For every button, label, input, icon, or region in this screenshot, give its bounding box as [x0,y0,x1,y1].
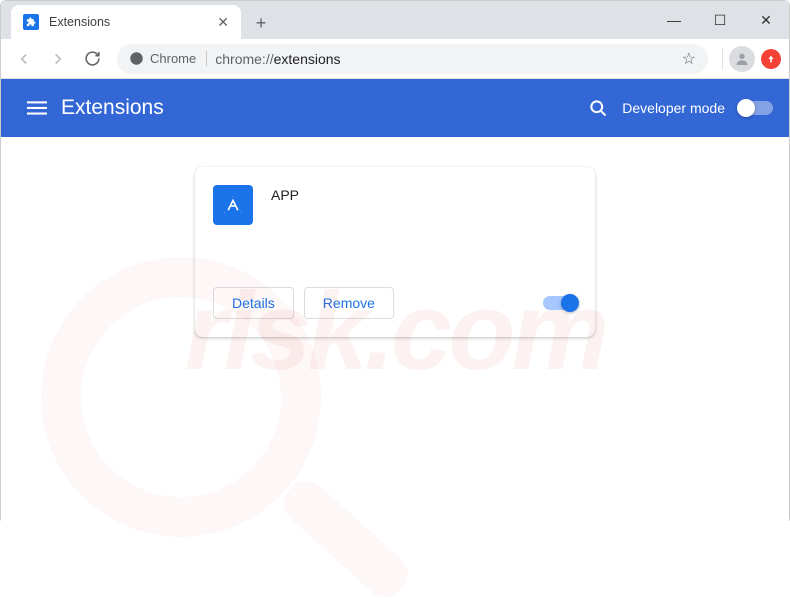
page-title: Extensions [61,96,164,120]
new-tab-button[interactable]: + [247,9,275,37]
remove-button[interactable]: Remove [304,287,394,319]
profile-avatar-button[interactable] [729,46,755,72]
address-bar[interactable]: Chrome chrome://extensions ☆ [117,44,708,74]
watermark-graphic [276,472,417,605]
extension-card: APP Details Remove [195,167,595,337]
toggle-knob [561,294,579,312]
toggle-knob [737,99,755,117]
extensions-content: risk.com APP Details Remove [1,137,789,525]
search-icon [588,98,608,118]
tab-close-icon[interactable]: ✕ [217,14,229,31]
tab-title: Extensions [49,15,207,29]
extension-app-icon [213,185,253,225]
extension-update-badge[interactable] [761,49,781,69]
bookmark-star-icon[interactable]: ☆ [682,49,696,69]
browser-toolbar: Chrome chrome://extensions ☆ [1,39,789,79]
minimize-button[interactable]: — [651,1,697,39]
forward-button[interactable] [43,44,73,74]
site-info-chip[interactable]: Chrome [129,51,207,66]
maximize-button[interactable]: ☐ [697,1,743,39]
browser-tab[interactable]: Extensions ✕ [11,5,241,39]
extension-enable-toggle[interactable] [543,296,577,310]
toolbar-divider [722,48,723,70]
close-window-button[interactable]: ✕ [743,1,789,39]
chip-label: Chrome [150,51,196,66]
developer-mode-label: Developer mode [622,100,725,116]
back-button[interactable] [9,44,39,74]
menu-button[interactable] [17,88,57,128]
developer-mode-toggle[interactable] [739,101,773,115]
extensions-appbar: Extensions Developer mode [1,79,789,137]
extension-name: APP [271,185,299,225]
window-controls: — ☐ ✕ [651,1,789,39]
chrome-icon [129,51,144,66]
puzzle-icon [23,14,39,30]
reload-button[interactable] [77,44,107,74]
details-button[interactable]: Details [213,287,294,319]
search-extensions-button[interactable] [588,98,608,118]
url-text: chrome://extensions [215,51,340,67]
